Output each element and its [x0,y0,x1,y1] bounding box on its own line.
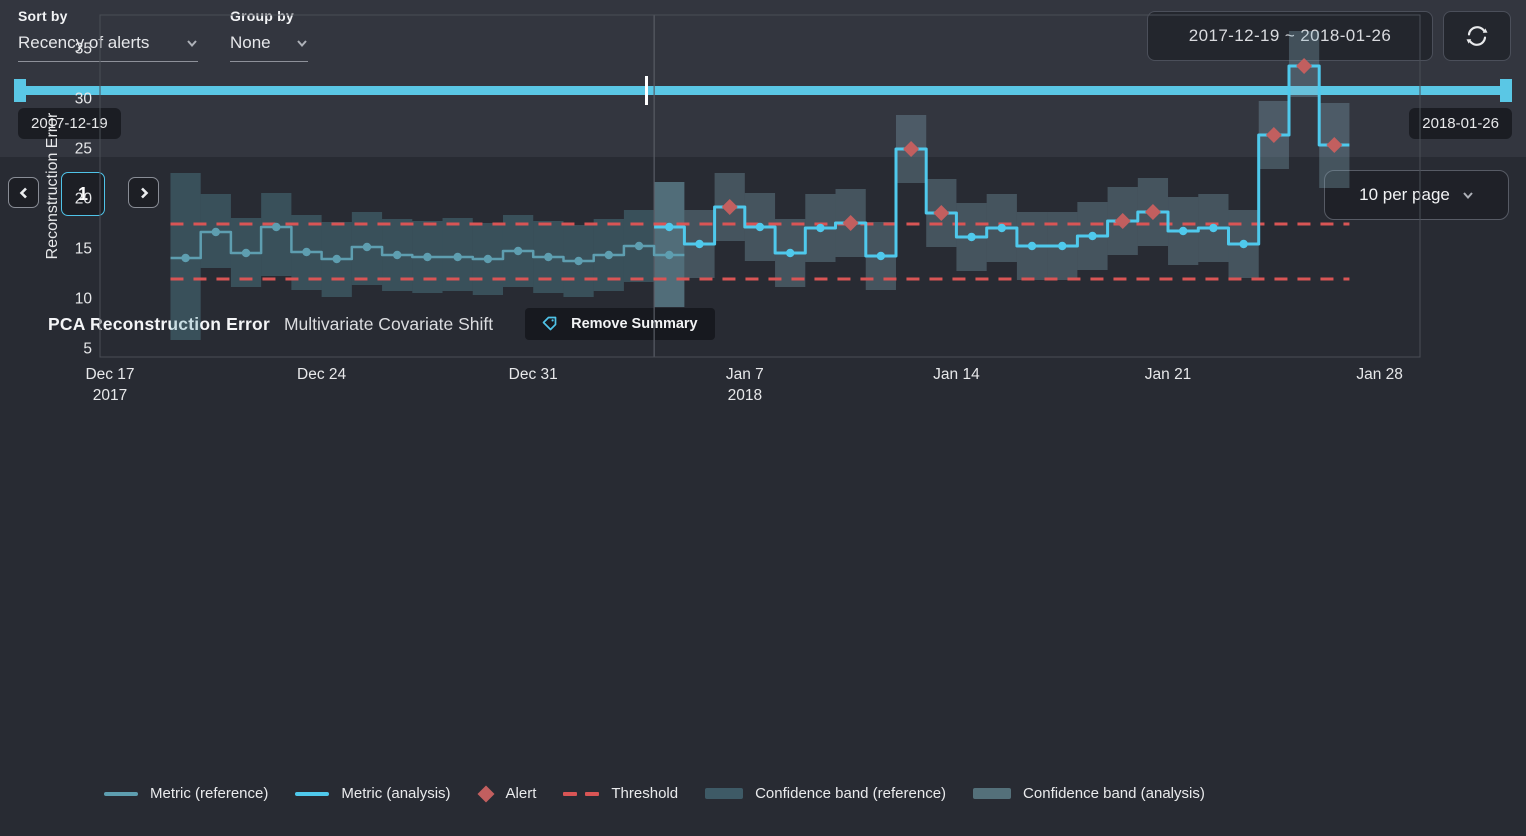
reference-band-swatch [705,788,743,799]
svg-text:5: 5 [83,341,92,358]
svg-text:Jan 7: Jan 7 [726,366,764,383]
legend-label: Confidence band (reference) [755,785,946,802]
svg-text:2017: 2017 [93,387,127,404]
svg-text:10: 10 [75,291,93,308]
legend-item-confidence-band-reference[interactable]: Confidence band (reference) [705,785,946,802]
legend-item-alert[interactable]: Alert [478,785,537,802]
metric-chart[interactable]: 5 10 15 20 25 30 35 Reconstruction Error Dec 17 2… [0,0,1526,470]
svg-text:Dec 17: Dec 17 [85,366,134,383]
svg-text:35: 35 [75,41,92,58]
legend-item-metric-reference[interactable]: Metric (reference) [104,785,268,802]
threshold-dash-swatch [563,792,599,796]
legend-item-confidence-band-analysis[interactable]: Confidence band (analysis) [973,785,1205,802]
legend-label: Threshold [611,785,678,802]
chart-legend: Metric (reference) Metric (analysis) Ale… [104,785,1205,802]
svg-text:Dec 31: Dec 31 [509,366,558,383]
svg-text:25: 25 [75,141,92,158]
svg-text:Jan 21: Jan 21 [1145,366,1192,383]
svg-text:Reconstruction Error: Reconstruction Error [44,112,61,259]
svg-text:Jan 14: Jan 14 [933,366,980,383]
legend-label: Metric (analysis) [341,785,450,802]
legend-label: Confidence band (analysis) [1023,785,1205,802]
legend-item-metric-analysis[interactable]: Metric (analysis) [295,785,450,802]
legend-label: Metric (reference) [150,785,268,802]
svg-text:Jan 28: Jan 28 [1356,366,1403,383]
legend-label: Alert [506,785,537,802]
analysis-band-swatch [973,788,1011,799]
drift-dashboard: Sort by Recency of alerts Group by None … [0,0,1526,836]
svg-text:15: 15 [75,241,92,258]
svg-text:2018: 2018 [728,387,762,404]
reference-line-swatch [104,792,138,796]
legend-item-threshold[interactable]: Threshold [563,785,678,802]
alert-diamond-swatch [477,785,494,802]
svg-text:Dec 24: Dec 24 [297,366,346,383]
svg-text:30: 30 [75,91,93,108]
svg-text:20: 20 [75,191,93,208]
analysis-line-swatch [295,792,329,796]
